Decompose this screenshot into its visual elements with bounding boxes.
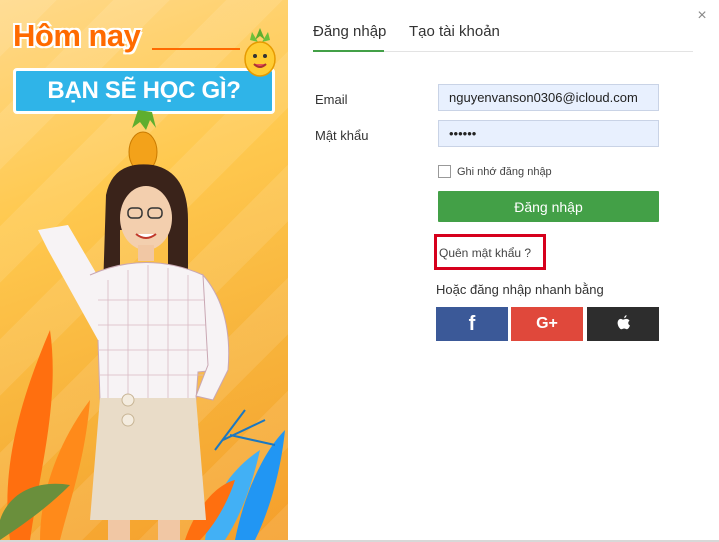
password-field[interactable] (438, 120, 659, 147)
facebook-icon: f (468, 312, 476, 335)
remember-me-label: Ghi nhớ đăng nhập (457, 165, 552, 178)
remember-me-checkbox[interactable] (438, 165, 451, 178)
apple-icon (617, 315, 630, 330)
quick-login-label: Hoặc đăng nhập nhanh bằng (436, 282, 604, 297)
auth-tabs: Đăng nhập Tạo tài khoản (313, 0, 693, 52)
tab-register[interactable]: Tạo tài khoản (409, 23, 500, 40)
promo-headline: Hôm nay (13, 18, 141, 53)
person-photo (38, 110, 230, 540)
apple-login-button[interactable] (587, 307, 659, 341)
tab-login[interactable]: Đăng nhập (313, 23, 386, 40)
password-label: Mật khẩu (315, 128, 369, 143)
active-tab-indicator (313, 50, 384, 52)
forgot-password-link[interactable]: Quên mật khẩu ? (439, 246, 531, 260)
email-label: Email (315, 92, 348, 107)
pineapple-mascot-icon (244, 28, 276, 77)
promo-banner: Hôm nay BẠN SẼ HỌC GÌ? (0, 0, 288, 540)
remember-me: Ghi nhớ đăng nhập (438, 165, 552, 178)
promo-headline-underline (152, 48, 240, 50)
login-modal: Hôm nay BẠN SẼ HỌC GÌ? × Đăng nhập Tạo t… (0, 0, 719, 542)
google-plus-icon: G+ (536, 315, 558, 332)
email-field[interactable] (438, 84, 659, 111)
login-button[interactable]: Đăng nhập (438, 191, 659, 222)
close-icon[interactable]: × (694, 8, 710, 24)
facebook-login-button[interactable]: f (436, 307, 508, 341)
google-login-button[interactable]: G+ (511, 307, 583, 341)
